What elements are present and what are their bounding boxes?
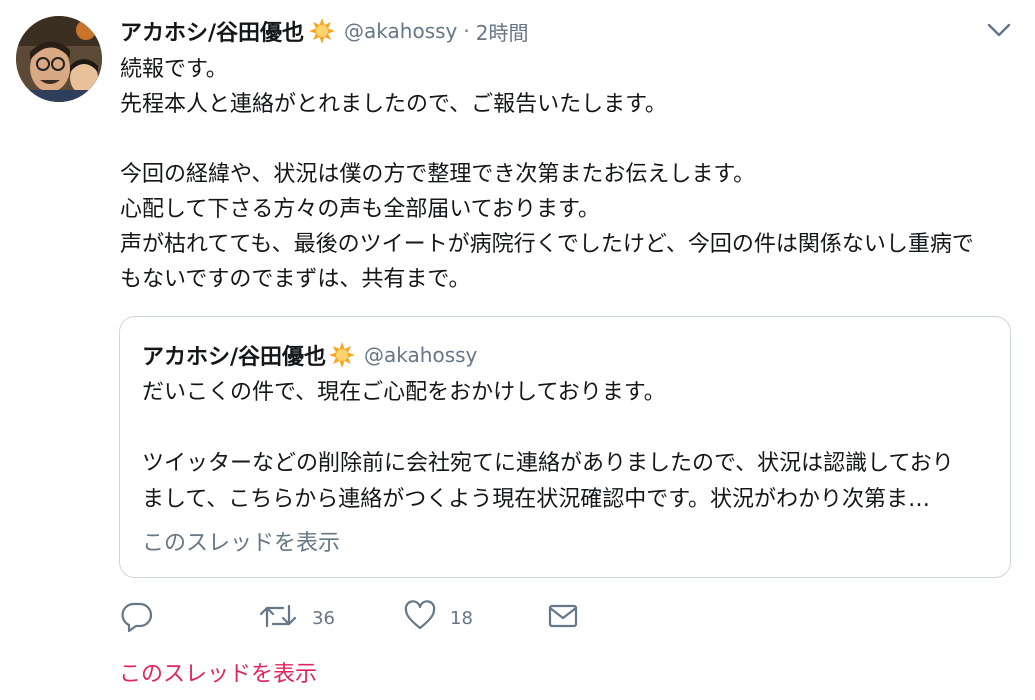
reply-icon xyxy=(120,600,154,636)
retweet-icon xyxy=(258,600,298,636)
show-thread-link[interactable]: このスレッドを表示 xyxy=(119,656,317,688)
like-button[interactable]: 18 xyxy=(404,598,473,638)
tweet-line: 声が枯れてても、最後のツイートが病院行くでしたけど、今回の件は関係ないし重病で xyxy=(120,232,974,257)
reply-button[interactable] xyxy=(120,598,168,638)
tweet-line: 先程本人と連絡がとれましたので、ご報告いたします。 xyxy=(120,92,667,117)
quoted-tweet-header: アカホシ/谷田優也 @akahossy xyxy=(142,339,477,371)
tweet-line xyxy=(120,122,1010,157)
quoted-line: だいこくの件で、現在ご心配をおかけしております。 xyxy=(142,380,666,405)
tweet-text: 続報です。 先程本人と連絡がとれましたので、ご報告いたします。 今回の経緯や、状… xyxy=(120,52,1010,297)
avatar[interactable] xyxy=(16,16,102,102)
author-name[interactable]: アカホシ/谷田優也 xyxy=(120,15,304,47)
action-bar: 36 18 xyxy=(120,598,580,638)
tweet-header: アカホシ/谷田優也 @akahossy · 2時間 xyxy=(120,14,528,48)
quoted-author-name: アカホシ/谷田優也 xyxy=(142,345,327,370)
quoted-line xyxy=(142,411,1002,446)
tweet-time[interactable]: 2時間 xyxy=(476,17,529,46)
quoted-line: ツイッターなどの削除前に会社宛てに連絡がありましたので、状況は認識しており xyxy=(142,451,954,476)
quoted-tweet-text: だいこくの件で、現在ご心配をおかけしております。 ツイッターなどの削除前に会社宛… xyxy=(142,375,1002,518)
sun-badge-icon xyxy=(308,17,336,45)
author-handle[interactable]: @akahossy xyxy=(344,19,457,43)
sun-badge-icon xyxy=(328,341,356,369)
quoted-show-thread[interactable]: このスレッドを表示 xyxy=(142,525,340,557)
like-count: 18 xyxy=(450,607,473,629)
retweet-count: 36 xyxy=(312,607,335,629)
quoted-author-handle: @akahossy xyxy=(364,343,478,367)
tweet-line: もないですのでまずは、共有まで。 xyxy=(120,267,471,292)
tweet-line: 心配して下さる方々の声も全部届いております。 xyxy=(120,197,600,222)
retweet-button[interactable]: 36 xyxy=(258,598,335,638)
quoted-line: まして、こちらから連絡がつくよう現在状況確認中です。状況がわかり次第ま… xyxy=(142,487,931,512)
heart-icon xyxy=(404,600,436,636)
envelope-icon xyxy=(548,602,578,634)
direct-message-button[interactable] xyxy=(548,598,578,638)
tweet-line: 今回の経緯や、状況は僕の方で整理でき次第またお伝えします。 xyxy=(120,162,756,187)
chevron-down-icon[interactable] xyxy=(985,18,1013,42)
quoted-tweet[interactable]: アカホシ/谷田優也 @akahossy だいこくの件で、現在ご心配をおかけしてお… xyxy=(119,316,1011,578)
separator-dot: · xyxy=(463,19,470,43)
tweet-line: 続報です。 xyxy=(120,57,228,82)
